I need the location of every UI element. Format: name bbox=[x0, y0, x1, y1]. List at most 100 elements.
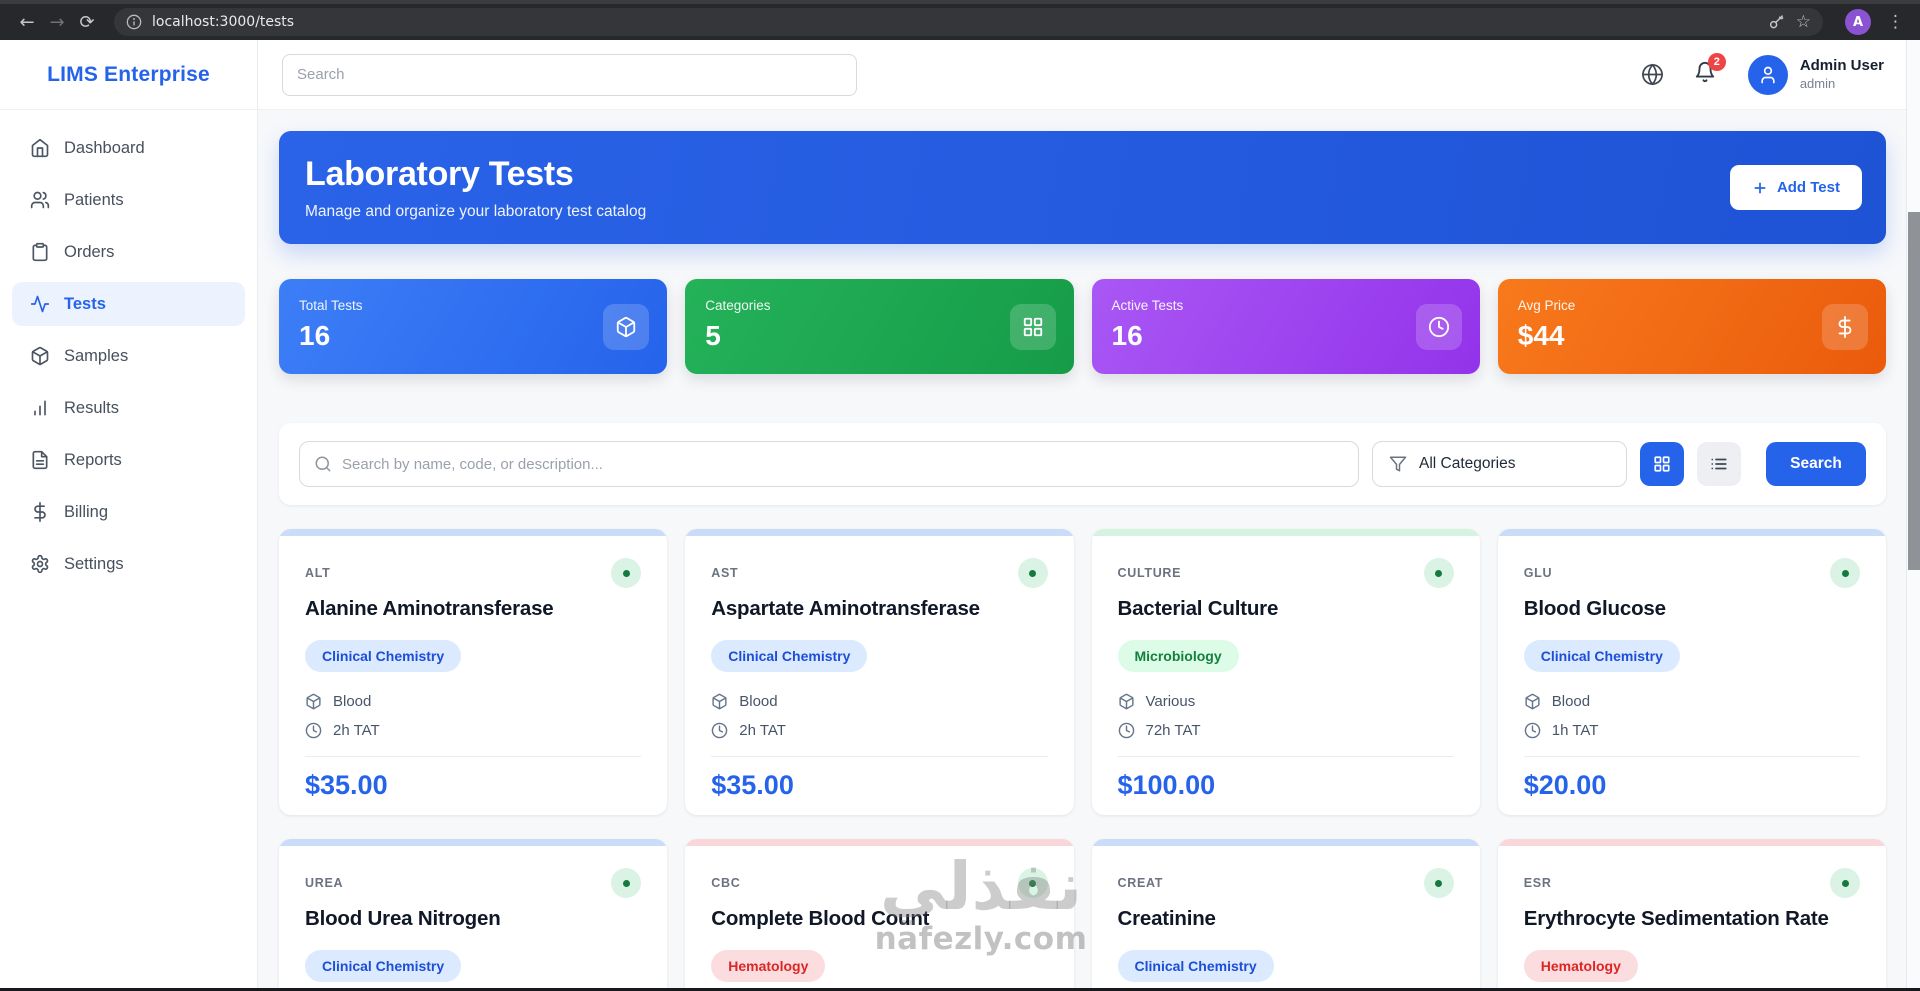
bar-chart-icon bbox=[34, 400, 46, 416]
sidebar-item-billing[interactable]: Billing bbox=[12, 490, 245, 534]
test-name: Erythrocyte Sedimentation Rate bbox=[1523, 907, 1829, 930]
list-view-icon bbox=[1711, 458, 1727, 470]
sidebar-item-patients[interactable]: Patients bbox=[12, 178, 245, 222]
sidebar-item-samples[interactable]: Samples bbox=[12, 334, 245, 378]
test-search-box[interactable] bbox=[299, 441, 1359, 487]
search-button[interactable]: Search bbox=[1766, 442, 1866, 486]
password-key-icon[interactable] bbox=[1768, 13, 1786, 31]
clock-icon bbox=[305, 722, 322, 739]
grid-icon bbox=[1009, 303, 1056, 350]
home-icon bbox=[31, 138, 49, 158]
specimen-row: Blood bbox=[1524, 693, 1860, 710]
sidebar-item-orders[interactable]: Orders bbox=[12, 230, 245, 274]
turnaround-time: 1h TAT bbox=[1551, 722, 1599, 739]
test-search-input[interactable] bbox=[342, 455, 1344, 473]
scrollbar-thumb[interactable] bbox=[1908, 212, 1920, 570]
test-card-alt[interactable]: ALT Alanine Aminotransferase Clinical Ch… bbox=[279, 529, 668, 815]
test-code: CREAT bbox=[1117, 876, 1164, 890]
test-card-glu[interactable]: GLU Blood Glucose Clinical Chemistry Blo… bbox=[1497, 529, 1886, 815]
notification-count-badge: 2 bbox=[1707, 53, 1726, 71]
test-code: UREA bbox=[305, 876, 344, 890]
test-price: $100.00 bbox=[1117, 770, 1216, 800]
card-divider bbox=[1523, 756, 1860, 757]
stat-value: $44 bbox=[1517, 320, 1565, 351]
browser-refresh-button[interactable]: ⟳ bbox=[72, 7, 102, 37]
card-accent-strip bbox=[1091, 839, 1480, 846]
sidebar-item-results[interactable]: Results bbox=[12, 386, 245, 430]
stat-card-total-tests: Total Tests 16 bbox=[279, 279, 668, 374]
grid-view-icon bbox=[1654, 456, 1670, 472]
page-hero-banner: Laboratory Tests Manage and organize you… bbox=[279, 131, 1886, 244]
active-status-dot bbox=[1830, 558, 1860, 588]
active-status-dot bbox=[1423, 558, 1454, 588]
list-view-button[interactable] bbox=[1697, 442, 1741, 486]
browser-profile-avatar[interactable]: A bbox=[1845, 9, 1871, 35]
activity-icon bbox=[30, 295, 50, 313]
sidebar-item-label: Samples bbox=[64, 346, 129, 365]
sidebar-item-dashboard[interactable]: Dashboard bbox=[12, 126, 245, 170]
notifications-button[interactable]: 2 bbox=[1694, 53, 1726, 88]
user-name: Admin User bbox=[1799, 57, 1884, 75]
sidebar-item-label: Dashboard bbox=[64, 138, 145, 157]
sidebar: LIMS Enterprise Dashboard Patients Order… bbox=[0, 40, 258, 991]
grid-view-button[interactable] bbox=[1640, 442, 1684, 486]
category-filter-select[interactable]: All Categories bbox=[1372, 441, 1627, 487]
test-code: CBC bbox=[711, 876, 741, 890]
page-title: Laboratory Tests bbox=[305, 154, 574, 193]
page-subtitle: Manage and organize your laboratory test… bbox=[305, 202, 647, 220]
test-name: Complete Blood Count bbox=[711, 907, 930, 930]
test-card-esr[interactable]: ESR Erythrocyte Sedimentation Rate Hemat… bbox=[1497, 839, 1886, 991]
active-status-dot bbox=[1017, 868, 1048, 898]
browser-menu-icon[interactable]: ⋮ bbox=[1881, 12, 1910, 32]
specimen-row: Blood bbox=[711, 693, 1047, 710]
category-badge: Clinical Chemistry bbox=[1117, 950, 1274, 982]
category-badge: Clinical Chemistry bbox=[711, 640, 868, 672]
browser-forward-button[interactable]: → bbox=[42, 7, 72, 37]
sidebar-item-reports[interactable]: Reports bbox=[12, 438, 245, 482]
globe-icon[interactable] bbox=[1641, 63, 1664, 86]
dollar-icon bbox=[1822, 303, 1868, 350]
test-name: Blood Urea Nitrogen bbox=[305, 907, 501, 930]
test-card-urea[interactable]: UREA Blood Urea Nitrogen Clinical Chemis… bbox=[279, 839, 668, 991]
tat-row: 2h TAT bbox=[305, 722, 641, 739]
sidebar-item-label: Orders bbox=[64, 242, 115, 261]
sidebar-item-label: Results bbox=[64, 398, 120, 417]
gear-icon bbox=[31, 554, 49, 574]
stat-card-avg-price: Avg Price $44 bbox=[1497, 279, 1886, 374]
clipboard-icon bbox=[32, 242, 48, 262]
test-card-creat[interactable]: CREAT Creatinine Clinical Chemistry bbox=[1091, 839, 1480, 991]
specimen-row: Various bbox=[1118, 693, 1454, 710]
specimen-row: Blood bbox=[305, 693, 641, 710]
test-code: ALT bbox=[305, 566, 331, 580]
stat-label: Active Tests bbox=[1111, 298, 1184, 313]
test-name: Creatinine bbox=[1117, 907, 1216, 930]
user-avatar[interactable] bbox=[1747, 54, 1788, 95]
add-test-button[interactable]: Add Test bbox=[1729, 165, 1862, 210]
sidebar-item-settings[interactable]: Settings bbox=[12, 542, 245, 586]
card-divider bbox=[711, 756, 1048, 757]
test-card-ast[interactable]: AST Aspartate Aminotransferase Clinical … bbox=[685, 529, 1074, 815]
site-info-icon[interactable] bbox=[126, 14, 142, 30]
stat-label: Avg Price bbox=[1517, 298, 1576, 313]
category-badge: Hematology bbox=[1523, 950, 1638, 982]
page-scrollbar bbox=[1906, 40, 1920, 991]
address-bar[interactable]: localhost:3000/tests ☆ bbox=[114, 8, 1823, 36]
stat-value: 16 bbox=[1111, 320, 1143, 351]
sidebar-nav: Dashboard Patients Orders Tests Samples bbox=[0, 110, 257, 610]
category-badge: Clinical Chemistry bbox=[305, 950, 462, 982]
test-name: Bacterial Culture bbox=[1117, 597, 1279, 620]
test-card-culture[interactable]: CULTURE Bacterial Culture Microbiology V… bbox=[1091, 529, 1480, 815]
test-name: Alanine Aminotransferase bbox=[305, 597, 554, 620]
sidebar-item-tests[interactable]: Tests bbox=[12, 282, 245, 326]
stats-row: Total Tests 16 Categories 5 Active Tests… bbox=[279, 279, 1886, 374]
global-search-input[interactable] bbox=[282, 53, 857, 96]
plus-icon bbox=[1754, 181, 1766, 194]
stat-card-categories: Categories 5 bbox=[685, 279, 1074, 374]
test-card-cbc[interactable]: CBC Complete Blood Count Hematology bbox=[685, 839, 1074, 991]
card-divider bbox=[1117, 756, 1454, 757]
bookmark-star-icon[interactable]: ☆ bbox=[1796, 12, 1811, 32]
browser-back-button[interactable]: ← bbox=[12, 7, 42, 37]
clock-icon bbox=[1118, 722, 1134, 739]
package-icon bbox=[31, 346, 49, 366]
card-accent-strip bbox=[685, 529, 1074, 536]
